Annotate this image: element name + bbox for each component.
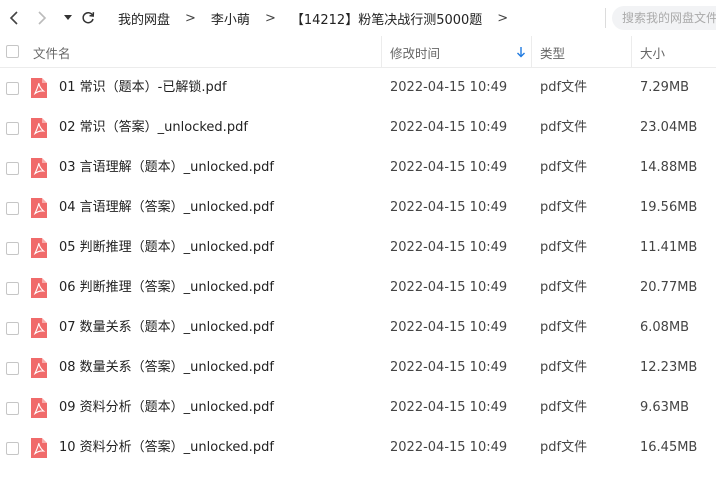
row-checkbox[interactable] <box>6 402 19 415</box>
pdf-file-icon <box>31 358 47 378</box>
file-table-header: 文件名 修改时间 类型 大小 <box>0 36 716 68</box>
file-name[interactable]: 01 常识（题本）-已解锁.pdf <box>59 68 227 108</box>
modified-time: 2022-04-15 10:49 <box>390 240 508 255</box>
file-type: pdf文件 <box>540 360 588 375</box>
column-header-size[interactable]: 大小 <box>640 36 665 68</box>
row-checkbox[interactable] <box>6 242 19 255</box>
table-row[interactable]: 01 常识（题本）-已解锁.pdf 2022-04-15 10:49 pdf文件 7.… <box>0 68 716 108</box>
table-row[interactable]: 09 资料分析（题本）_unlocked.pdf 2022-04-15 10:49… <box>0 388 716 428</box>
row-checkbox[interactable] <box>6 82 19 95</box>
file-size: 9.63MB <box>640 400 690 415</box>
modified-time: 2022-04-15 10:49 <box>390 280 508 295</box>
file-size: 23.04MB <box>640 120 698 135</box>
file-type: pdf文件 <box>540 240 588 255</box>
breadcrumb-separator[interactable]: > <box>497 11 508 26</box>
file-size: 20.77MB <box>640 280 698 295</box>
table-row[interactable]: 02 常识（答案）_unlocked.pdf 2022-04-15 10:49 pd… <box>0 108 716 148</box>
breadcrumb-separator: > <box>185 10 196 26</box>
pdf-file-icon <box>31 318 47 338</box>
row-checkbox[interactable] <box>6 442 19 455</box>
modified-time: 2022-04-15 10:49 <box>390 440 508 455</box>
sort-descending-icon[interactable] <box>516 46 526 58</box>
file-size: 12.23MB <box>640 360 698 375</box>
pdf-file-icon <box>31 398 47 418</box>
file-size: 16.45MB <box>640 440 698 455</box>
file-size: 19.56MB <box>640 200 698 215</box>
table-row[interactable]: 03 言语理解（题本）_unlocked.pdf 2022-04-15 10:49… <box>0 148 716 188</box>
file-name[interactable]: 08 数量关系（答案）_unlocked.pdf <box>59 348 274 388</box>
column-divider[interactable] <box>631 36 632 67</box>
file-name[interactable]: 04 言语理解（答案）_unlocked.pdf <box>59 188 274 228</box>
file-type: pdf文件 <box>540 120 588 135</box>
breadcrumb-item-root[interactable]: 我的网盘 <box>118 9 170 28</box>
column-divider[interactable] <box>531 36 532 67</box>
refresh-icon <box>82 11 95 24</box>
table-row[interactable]: 08 数量关系（答案）_unlocked.pdf 2022-04-15 10:49… <box>0 348 716 388</box>
breadcrumb: 我的网盘 > 李小萌 > 【14212】粉笔决战行测5000题 > <box>118 0 523 36</box>
file-size: 6.08MB <box>640 320 690 335</box>
pdf-file-icon <box>31 278 47 298</box>
chevron-left-icon <box>9 11 18 25</box>
column-header-modified[interactable]: 修改时间 <box>390 36 440 68</box>
row-checkbox[interactable] <box>6 322 19 335</box>
column-header-name[interactable]: 文件名 <box>33 36 71 68</box>
pdf-file-icon <box>31 158 47 178</box>
table-row[interactable]: 06 判断推理（答案）_unlocked.pdf 2022-04-15 10:49… <box>0 268 716 308</box>
pdf-file-icon <box>31 238 47 258</box>
forward-button[interactable] <box>32 8 52 28</box>
breadcrumb-item-folder[interactable]: 【14212】粉笔决战行测5000题 <box>291 9 482 28</box>
file-name[interactable]: 07 数量关系（题本）_unlocked.pdf <box>59 308 274 348</box>
file-size: 7.29MB <box>640 80 690 95</box>
modified-time: 2022-04-15 10:49 <box>390 400 508 415</box>
toolbar-divider <box>605 8 606 28</box>
file-type: pdf文件 <box>540 280 588 295</box>
file-size: 11.41MB <box>640 240 698 255</box>
pdf-file-icon <box>31 118 47 138</box>
table-row[interactable]: 05 判断推理（题本）_unlocked.pdf 2022-04-15 10:49… <box>0 228 716 268</box>
table-row[interactable]: 10 资料分析（答案）_unlocked.pdf 2022-04-15 10:49… <box>0 428 716 468</box>
column-header-type[interactable]: 类型 <box>540 36 565 68</box>
file-type: pdf文件 <box>540 440 588 455</box>
caret-down-icon <box>64 15 72 20</box>
modified-time: 2022-04-15 10:49 <box>390 120 508 135</box>
row-checkbox[interactable] <box>6 122 19 135</box>
pdf-file-icon <box>31 78 47 98</box>
history-dropdown-button[interactable] <box>58 8 78 28</box>
file-name[interactable]: 06 判断推理（答案）_unlocked.pdf <box>59 268 274 308</box>
file-name[interactable]: 09 资料分析（题本）_unlocked.pdf <box>59 388 274 428</box>
row-checkbox[interactable] <box>6 362 19 375</box>
modified-time: 2022-04-15 10:49 <box>390 80 508 95</box>
file-type: pdf文件 <box>540 200 588 215</box>
chevron-right-icon <box>38 11 47 25</box>
file-type: pdf文件 <box>540 80 588 95</box>
table-row[interactable]: 07 数量关系（题本）_unlocked.pdf 2022-04-15 10:49… <box>0 308 716 348</box>
file-name[interactable]: 10 资料分析（答案）_unlocked.pdf <box>59 428 274 468</box>
search-input[interactable] <box>622 11 716 25</box>
refresh-button[interactable] <box>78 8 98 28</box>
row-checkbox[interactable] <box>6 162 19 175</box>
file-name[interactable]: 05 判断推理（题本）_unlocked.pdf <box>59 228 274 268</box>
breadcrumb-item-user[interactable]: 李小萌 <box>211 9 250 28</box>
breadcrumb-separator: > <box>264 10 276 26</box>
search-box[interactable] <box>612 6 716 30</box>
modified-time: 2022-04-15 10:49 <box>390 320 508 335</box>
modified-time: 2022-04-15 10:49 <box>390 160 508 175</box>
file-name[interactable]: 03 言语理解（题本）_unlocked.pdf <box>59 148 274 188</box>
table-row[interactable]: 04 言语理解（答案）_unlocked.pdf 2022-04-15 10:49… <box>0 188 716 228</box>
modified-time: 2022-04-15 10:49 <box>390 360 508 375</box>
column-divider[interactable] <box>381 36 382 67</box>
file-name[interactable]: 02 常识（答案）_unlocked.pdf <box>59 108 248 148</box>
pdf-file-icon <box>31 198 47 218</box>
row-checkbox[interactable] <box>6 202 19 215</box>
file-size: 14.88MB <box>640 160 698 175</box>
file-type: pdf文件 <box>540 160 588 175</box>
row-checkbox[interactable] <box>6 282 19 295</box>
back-button[interactable] <box>4 8 24 28</box>
pdf-file-icon <box>31 438 47 458</box>
toolbar: 我的网盘 > 李小萌 > 【14212】粉笔决战行测5000题 > <box>0 0 716 36</box>
modified-time: 2022-04-15 10:49 <box>390 200 508 215</box>
select-all-checkbox[interactable] <box>6 45 19 58</box>
file-type: pdf文件 <box>540 400 588 415</box>
file-type: pdf文件 <box>540 320 588 335</box>
